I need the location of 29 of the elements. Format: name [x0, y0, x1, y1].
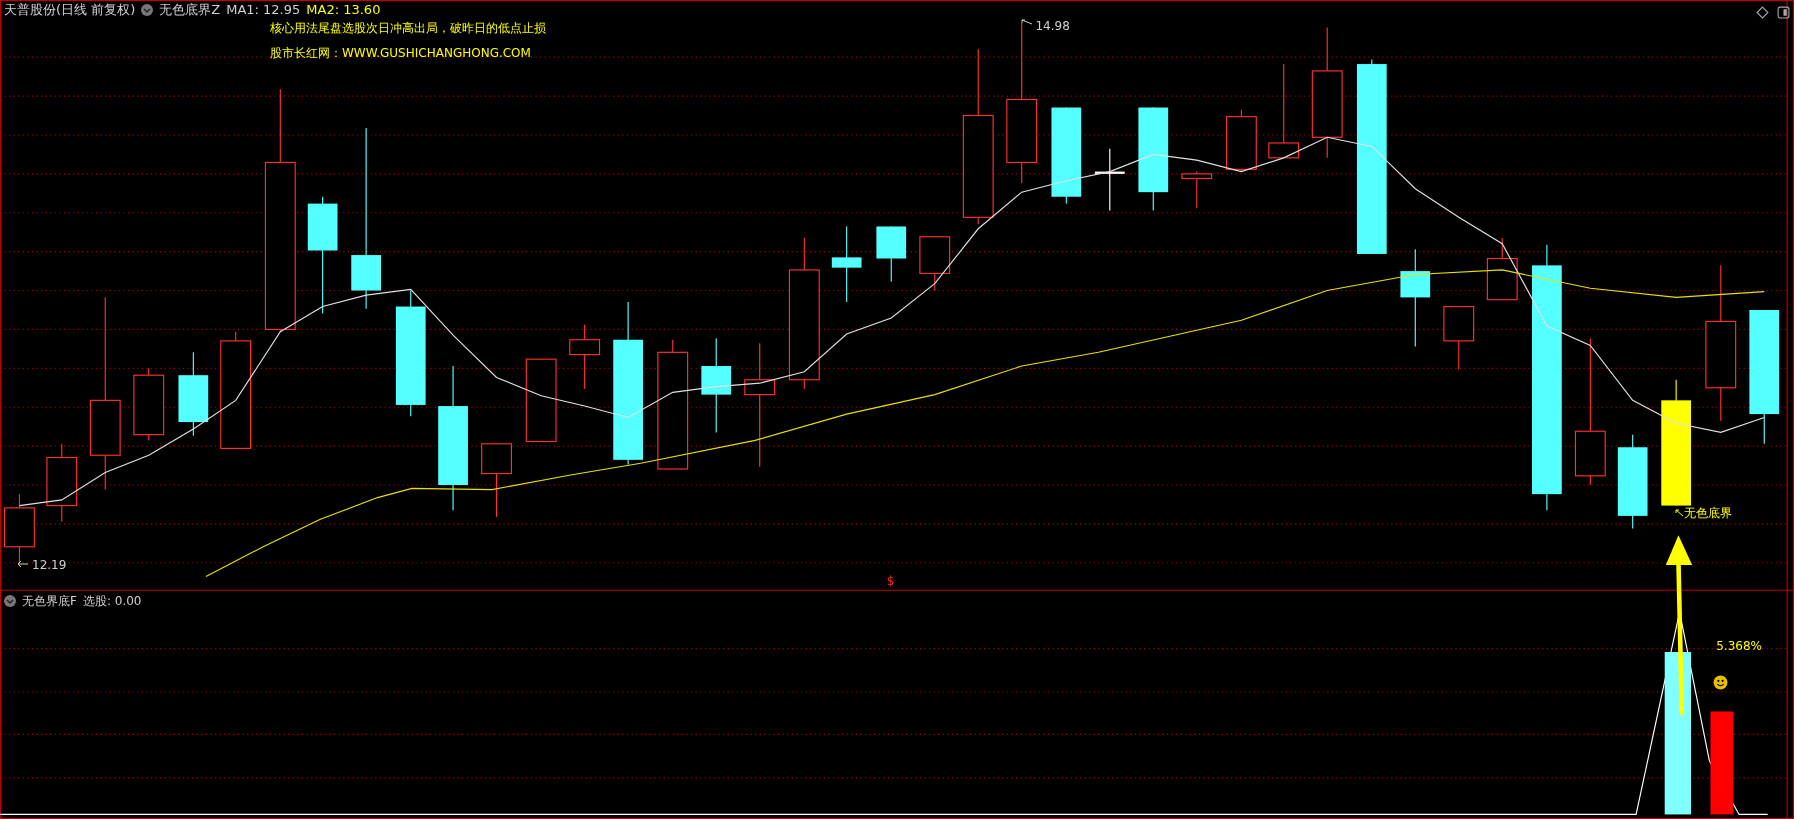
chart-note: 核心用法尾盘选股次日冲高出局，破昨日的低点止损 [270, 20, 546, 36]
panel-title: 无色界底F [22, 592, 77, 609]
candlestick [4, 493, 35, 564]
candlestick [569, 324, 601, 390]
candlestick [1443, 306, 1475, 371]
candlestick [1486, 237, 1518, 301]
candlestick [1094, 148, 1125, 212]
diamond-icon[interactable] [1756, 5, 1770, 19]
candlestick [1181, 171, 1213, 209]
smiley-icon [1712, 674, 1728, 690]
percent-label: 5.368% [1716, 639, 1762, 654]
arrow-icon [17, 560, 30, 569]
marker-label: $ [886, 574, 895, 589]
candlestick [876, 225, 907, 282]
indicator-name: 无色底界Z [159, 2, 221, 18]
chevron-icon[interactable] [4, 594, 16, 607]
high-price-label: 14.98 [1035, 19, 1070, 34]
panel-icon[interactable] [1776, 5, 1790, 19]
ma1-value: MA1: 12.95 [226, 2, 301, 18]
panel-reading: 选股: 0.00 [82, 592, 142, 609]
candlestick [1225, 109, 1257, 173]
candlestick [919, 236, 951, 292]
arrow-icon [1665, 535, 1693, 715]
chevron-icon[interactable] [141, 4, 154, 16]
ma2-value: MA2: 13.60 [306, 2, 381, 18]
stock-title: 天普股份(日线 前复权) [4, 2, 136, 18]
chart-note: 股市长红网：WWW.GUSHICHANGHONG.COM [270, 45, 532, 61]
signal-label: 无色底界 [1684, 505, 1733, 520]
low-price-label: 12.19 [32, 558, 67, 573]
